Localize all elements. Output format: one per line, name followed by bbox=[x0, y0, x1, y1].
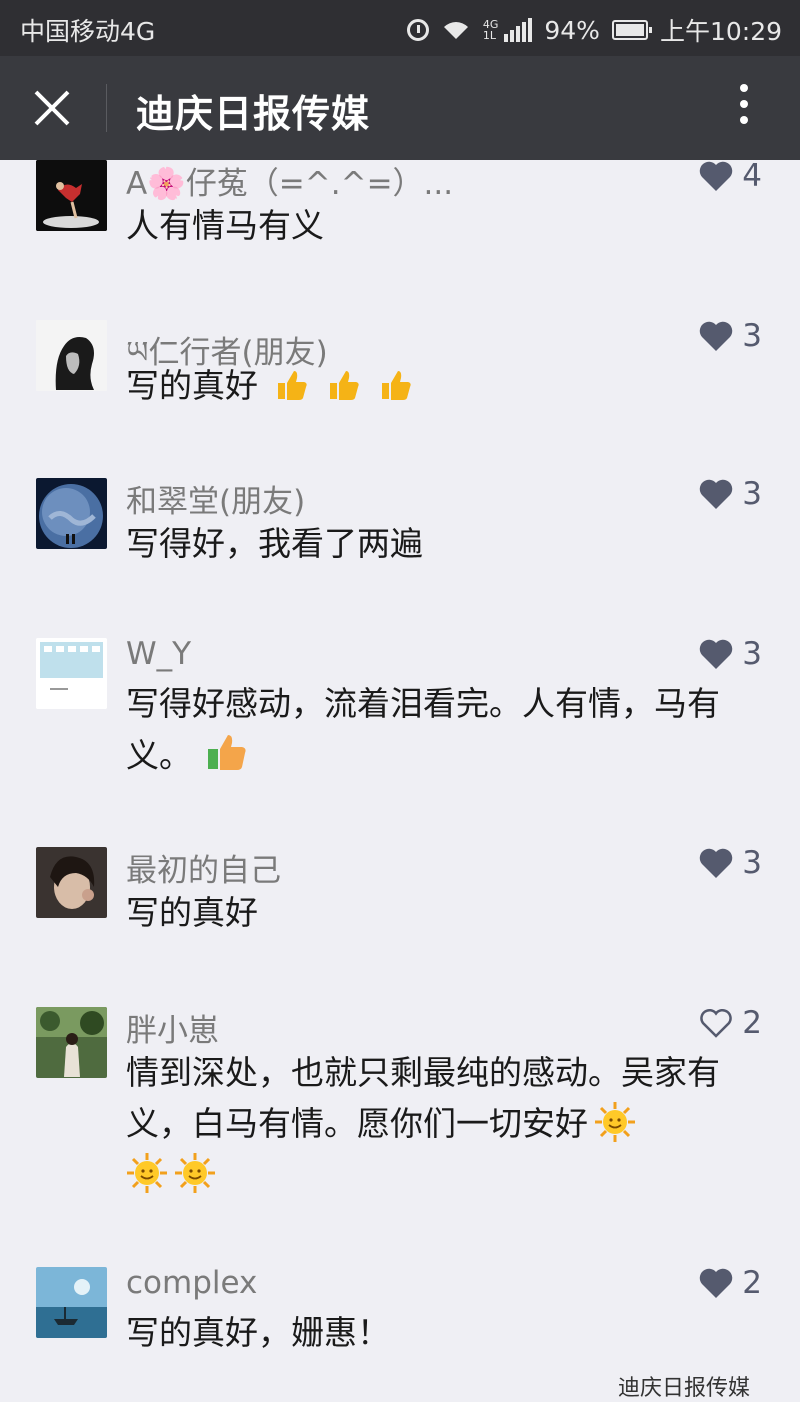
comment-item: 和翠堂(朋友) 3 写得好，我看了两遍 bbox=[0, 476, 800, 588]
avatar[interactable] bbox=[36, 847, 107, 918]
like-button[interactable]: 2 bbox=[698, 1005, 762, 1041]
like-count: 2 bbox=[742, 1265, 762, 1301]
page-title: 迪庆日报传媒 bbox=[136, 92, 371, 136]
thumbs-up-icon bbox=[324, 365, 362, 403]
close-icon bbox=[34, 90, 70, 126]
avatar[interactable] bbox=[36, 1007, 107, 1078]
avatar[interactable] bbox=[36, 478, 107, 549]
like-button[interactable]: 2 bbox=[698, 1265, 762, 1301]
comment-item: ཡ仁行者(朋友) 3 写的真好 bbox=[0, 318, 800, 430]
sun-icon bbox=[594, 1101, 636, 1143]
comment-text-content: 写的真好 bbox=[126, 366, 258, 405]
like-count: 2 bbox=[742, 1005, 762, 1041]
commenter-name: 最初的自己 bbox=[126, 853, 281, 889]
clock: 上午10:29 bbox=[659, 17, 782, 46]
avatar[interactable] bbox=[36, 320, 107, 391]
comment-item: 最初的自己 3 写的真好 bbox=[0, 845, 800, 957]
like-count: 3 bbox=[742, 476, 762, 512]
comment-item: A🌸仔菟（=^.^=）... 4 人有情马有义 bbox=[0, 158, 800, 270]
commenter-name: A🌸仔菟（=^.^=）... bbox=[126, 166, 454, 202]
comment-item: complex 2 写的真好，姗惠！ bbox=[0, 1265, 800, 1377]
heart-icon bbox=[700, 479, 733, 509]
thumbs-up-icon bbox=[376, 365, 414, 403]
like-button[interactable]: 3 bbox=[698, 845, 762, 881]
heart-icon bbox=[700, 321, 733, 351]
sun-icon bbox=[126, 1152, 168, 1194]
like-button[interactable]: 4 bbox=[698, 158, 762, 194]
comment-text: 情到深处，也就只剩最纯的感动。吴家有义，白马有情。愿你们一切安好 bbox=[126, 1047, 756, 1200]
heart-icon bbox=[700, 1268, 733, 1298]
alarm-icon bbox=[406, 19, 429, 41]
like-button[interactable]: 3 bbox=[698, 318, 762, 354]
sun-icon bbox=[174, 1152, 216, 1194]
comment-item: 胖小崽 2 情到深处，也就只剩最纯的感动。吴家有义，白马有情。愿你们一切安好 bbox=[0, 1005, 800, 1207]
avatar[interactable] bbox=[36, 160, 107, 231]
wifi-icon bbox=[441, 19, 471, 41]
thumbs-up-icon bbox=[206, 729, 250, 773]
like-button[interactable]: 3 bbox=[698, 476, 762, 512]
heart-outline-icon bbox=[700, 1008, 733, 1038]
commenter-name: complex bbox=[126, 1265, 258, 1301]
heart-icon bbox=[700, 848, 733, 878]
battery-icon bbox=[611, 20, 652, 40]
avatar[interactable] bbox=[36, 1267, 107, 1338]
watermark: 迪庆日报传媒 bbox=[618, 1370, 750, 1402]
signal-icon bbox=[504, 18, 533, 42]
battery-percent: 94% bbox=[544, 15, 600, 45]
carrier-label: 中国移动4G bbox=[20, 17, 156, 46]
comment-text: 写得好感动，流着泪看完。人有情，马有义。 bbox=[126, 678, 756, 781]
thumbs-up-icon bbox=[272, 365, 310, 403]
more-icon bbox=[740, 84, 748, 92]
status-bar: 中国移动4G 4G 1L 94% 上午10:29 bbox=[0, 0, 800, 56]
watermark-text: 迪庆日报传媒 bbox=[618, 1376, 751, 1401]
comment-text: 写得好，我看了两遍 bbox=[126, 524, 423, 563]
heart-icon bbox=[700, 639, 733, 669]
commenter-name: 胖小崽 bbox=[126, 1013, 219, 1049]
like-button[interactable]: 3 bbox=[698, 636, 762, 672]
header-divider bbox=[106, 84, 107, 132]
commenter-name: 和翠堂(朋友) bbox=[126, 484, 306, 520]
commenter-name: W_Y bbox=[126, 636, 192, 672]
network-type: 4G 1L bbox=[483, 19, 499, 41]
status-icons: 4G 1L 94% 上午10:29 bbox=[406, 12, 782, 48]
like-count: 4 bbox=[742, 158, 762, 194]
like-count: 3 bbox=[742, 845, 762, 881]
comment-text: 人有情马有义 bbox=[126, 206, 324, 245]
comment-text: 写的真好，姗惠！ bbox=[126, 1313, 390, 1352]
comment-item: W_Y 3 写得好感动，流着泪看完。人有情，马有义。 bbox=[0, 636, 800, 788]
comment-text: 写的真好 bbox=[126, 360, 766, 411]
like-count: 3 bbox=[742, 318, 762, 354]
network-type-bottom: 1L bbox=[482, 29, 496, 42]
avatar[interactable] bbox=[36, 638, 107, 709]
comment-text: 写的真好 bbox=[126, 893, 258, 932]
app-header: 迪庆日报传媒 bbox=[0, 56, 800, 160]
more-button[interactable] bbox=[732, 84, 756, 132]
close-button[interactable] bbox=[22, 80, 82, 136]
like-count: 3 bbox=[742, 636, 762, 672]
heart-icon bbox=[700, 161, 733, 191]
